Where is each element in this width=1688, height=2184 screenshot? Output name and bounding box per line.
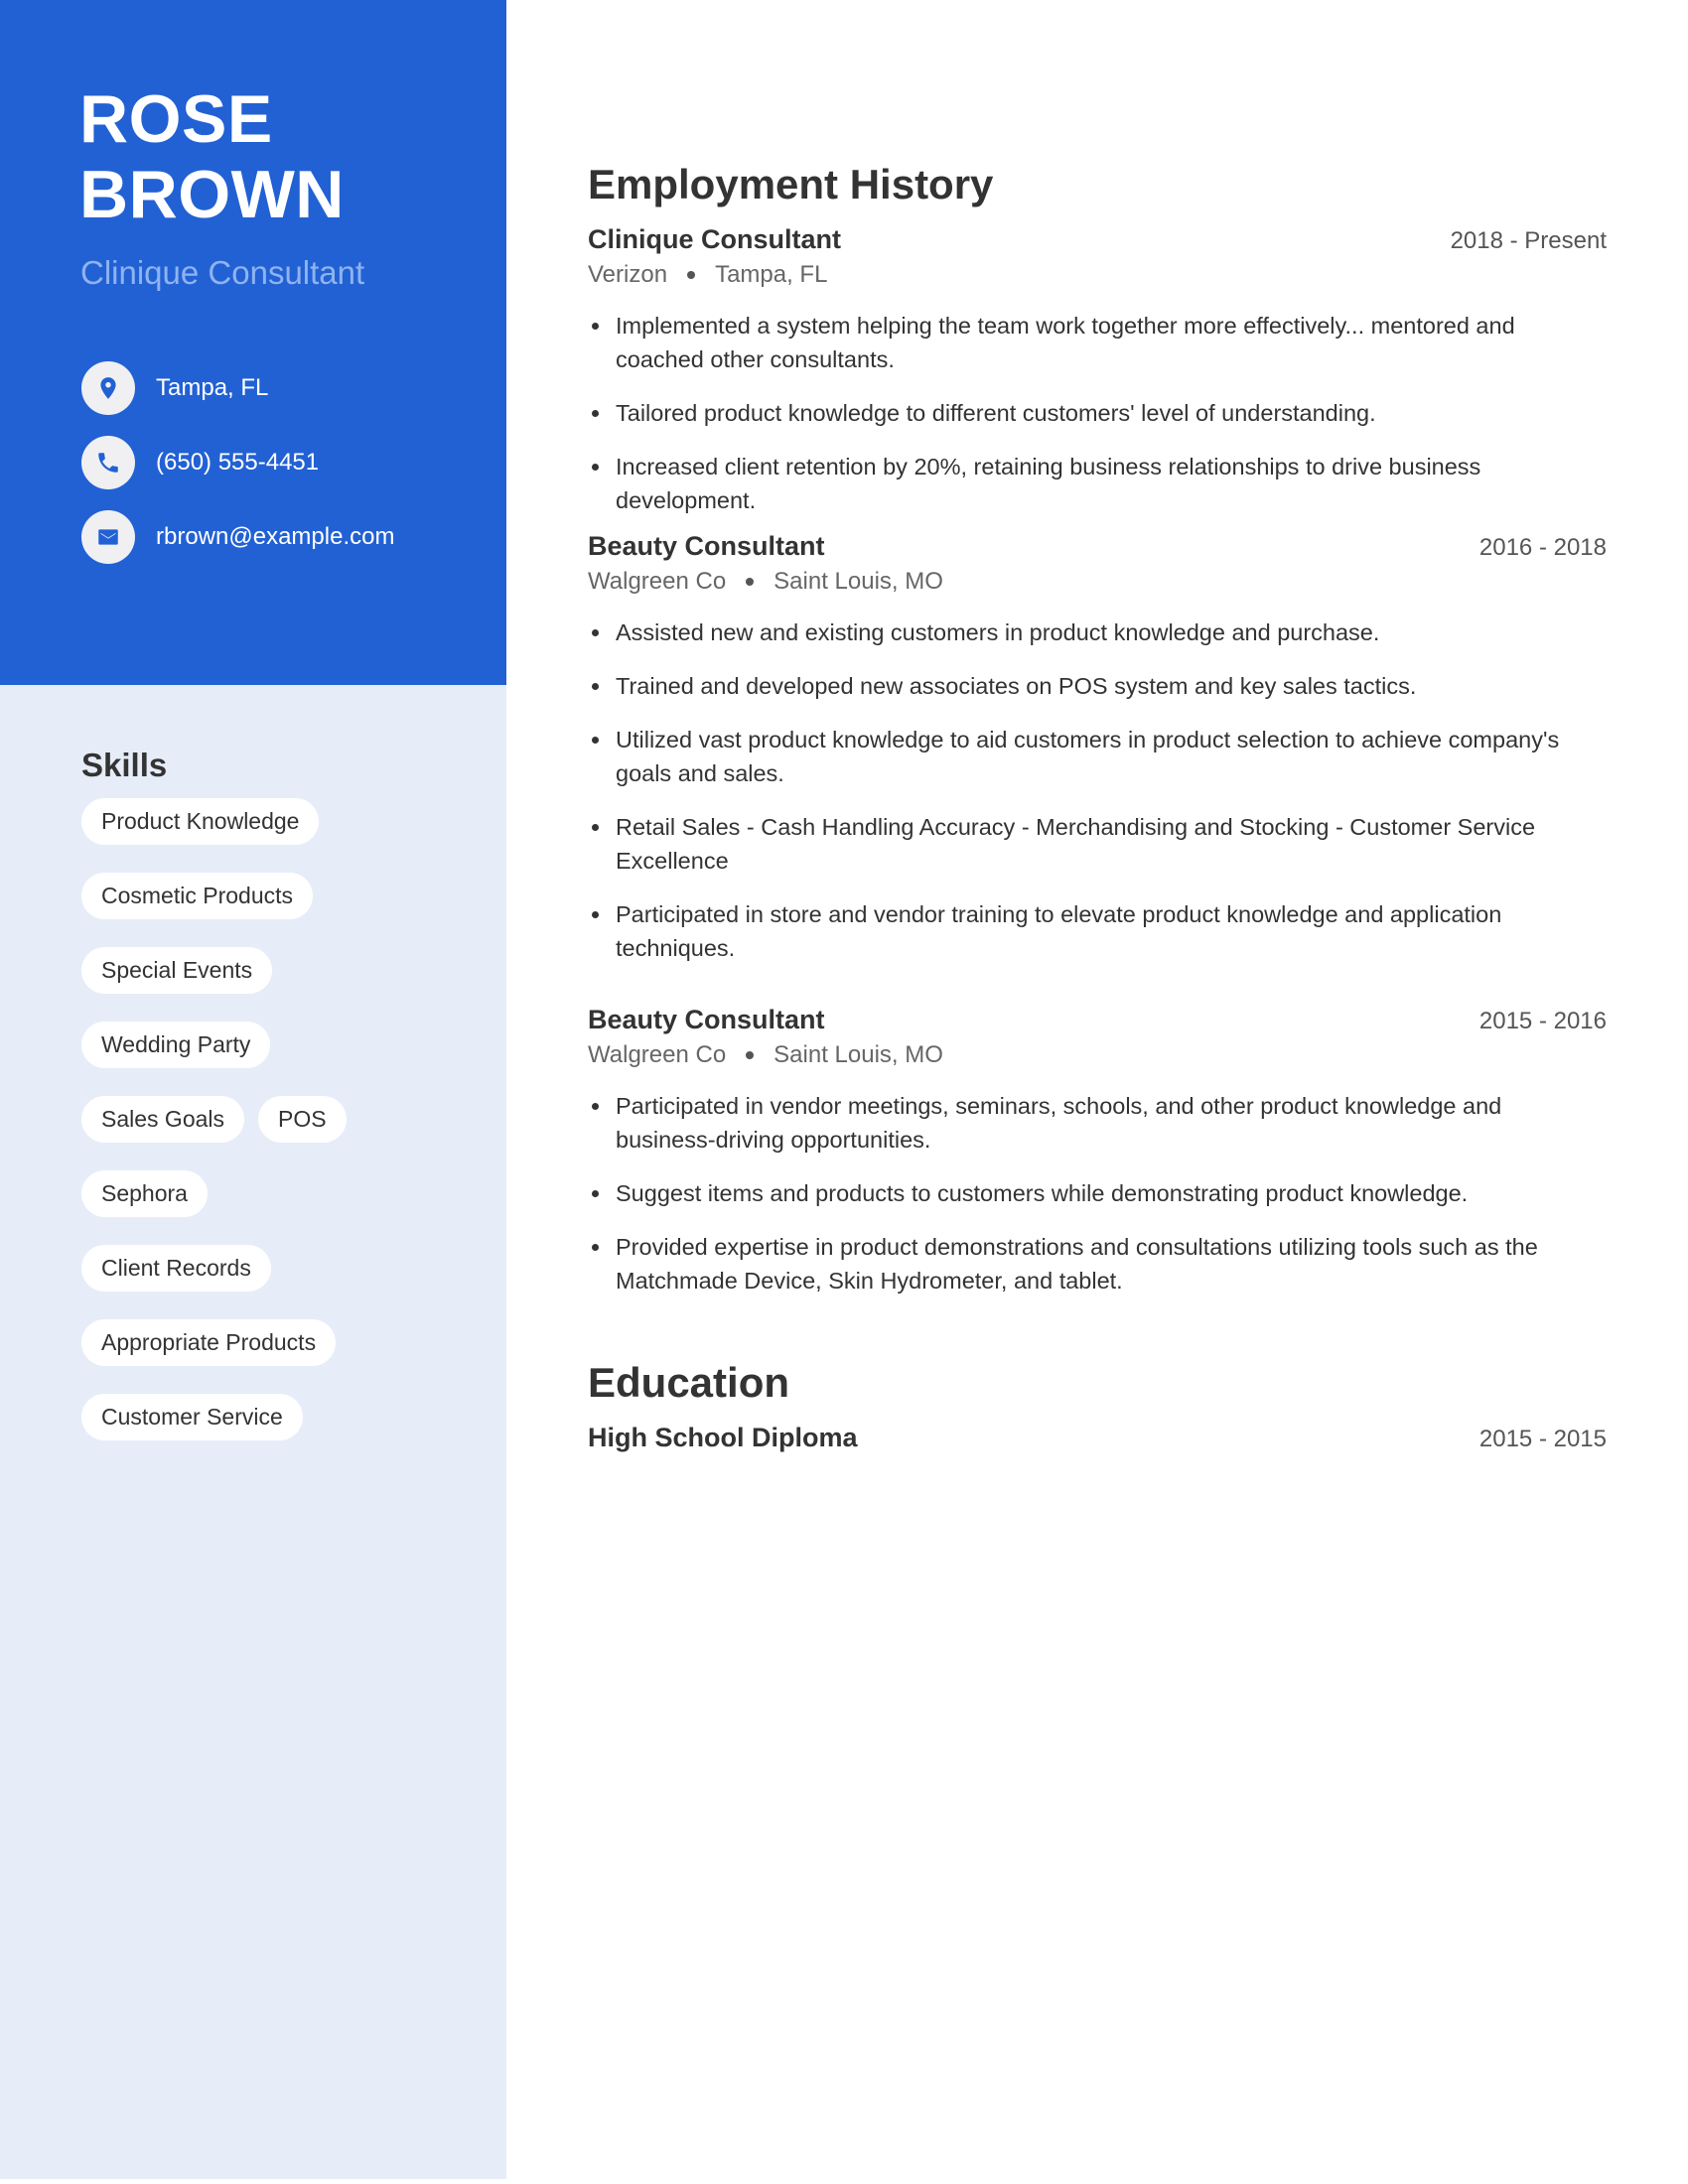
job-bullet: Utilized vast product knowledge to aid c… bbox=[588, 723, 1607, 790]
sidebar: ROSE BROWN Clinique Consultant Tampa, FL… bbox=[0, 0, 506, 2179]
job-bullets: Implemented a system helping the team wo… bbox=[588, 309, 1607, 517]
job-company: Walgreen Co bbox=[588, 568, 727, 595]
job-meta: Walgreen Co Saint Louis, MO bbox=[588, 1041, 1607, 1069]
job-bullet: Trained and developed new associates on … bbox=[588, 669, 1607, 703]
education-dates: 2015 - 2015 bbox=[1478, 1426, 1607, 1452]
job-bullet: Assisted new and existing customers in p… bbox=[588, 615, 1607, 649]
job-meta: Verizon Tampa, FL bbox=[588, 261, 1607, 289]
skill-tag: Cosmetic Products bbox=[81, 873, 314, 919]
main-content: Employment History Clinique Consultant 2… bbox=[588, 159, 1607, 1453]
separator-dot bbox=[746, 578, 755, 586]
email-icon bbox=[81, 510, 135, 564]
first-name: ROSE bbox=[79, 81, 273, 157]
candidate-name: ROSE BROWN bbox=[79, 81, 345, 232]
job-dates: 2018 - Present bbox=[1450, 227, 1607, 254]
candidate-title: Clinique Consultant bbox=[80, 254, 365, 291]
job-location: Saint Louis, MO bbox=[774, 1041, 943, 1068]
job-role: Beauty Consultant bbox=[588, 531, 825, 561]
separator-dot bbox=[746, 1051, 755, 1059]
contact-list: Tampa, FL (650) 555-4451 rbrown@example.… bbox=[81, 361, 394, 585]
contact-location-text: Tampa, FL bbox=[156, 374, 269, 401]
phone-icon bbox=[81, 436, 135, 489]
job-bullet: Retail Sales - Cash Handling Accuracy - … bbox=[588, 810, 1607, 878]
job-dates: 2016 - 2018 bbox=[1478, 534, 1607, 561]
job-entry: Beauty Consultant 2015 - 2016 Walgreen C… bbox=[588, 1005, 1607, 1297]
contact-email-text[interactable]: rbrown@example.com bbox=[156, 523, 394, 551]
job-bullets: Assisted new and existing customers in p… bbox=[588, 615, 1607, 965]
job-bullets: Participated in vendor meetings, seminar… bbox=[588, 1089, 1607, 1297]
job-role: Beauty Consultant bbox=[588, 1005, 825, 1034]
job-meta: Walgreen Co Saint Louis, MO bbox=[588, 568, 1607, 596]
job-company: Walgreen Co bbox=[588, 1041, 727, 1068]
education-heading: Education bbox=[588, 1359, 790, 1406]
contact-phone: (650) 555-4451 bbox=[81, 436, 394, 489]
job-bullet: Increased client retention by 20%, retai… bbox=[588, 450, 1607, 517]
job-entry: Beauty Consultant 2016 - 2018 Walgreen C… bbox=[588, 531, 1607, 965]
skill-tag: POS bbox=[258, 1096, 347, 1143]
skill-tag: Appropriate Products bbox=[81, 1319, 337, 1366]
skills-heading: Skills bbox=[81, 747, 168, 783]
separator-dot bbox=[687, 271, 696, 279]
employment-heading: Employment History bbox=[588, 161, 994, 207]
job-location: Saint Louis, MO bbox=[774, 568, 943, 595]
job-bullet: Participated in vendor meetings, seminar… bbox=[588, 1089, 1607, 1157]
contact-email: rbrown@example.com bbox=[81, 510, 394, 564]
location-pin-icon bbox=[81, 361, 135, 415]
sidebar-header: ROSE BROWN Clinique Consultant Tampa, FL… bbox=[0, 0, 506, 685]
skill-tag: Customer Service bbox=[81, 1394, 303, 1440]
job-company: Verizon bbox=[588, 261, 668, 288]
skill-tag: Sephora bbox=[81, 1170, 208, 1217]
job-bullet: Tailored product knowledge to different … bbox=[588, 396, 1607, 430]
skill-tag: Wedding Party bbox=[81, 1022, 271, 1068]
education-entry: High School Diploma 2015 - 2015 bbox=[588, 1423, 1607, 1453]
job-bullet: Provided expertise in product demonstrat… bbox=[588, 1230, 1607, 1297]
skill-tag: Special Events bbox=[81, 947, 273, 994]
job-bullet: Suggest items and products to customers … bbox=[588, 1176, 1607, 1210]
job-dates: 2015 - 2016 bbox=[1478, 1008, 1607, 1034]
contact-location: Tampa, FL bbox=[81, 361, 394, 415]
skill-tag: Product Knowledge bbox=[81, 798, 320, 845]
education-degree: High School Diploma bbox=[588, 1423, 858, 1452]
contact-phone-text: (650) 555-4451 bbox=[156, 449, 320, 476]
skill-tag: Sales Goals bbox=[81, 1096, 245, 1143]
job-entry: Clinique Consultant 2018 - Present Veriz… bbox=[588, 224, 1607, 517]
skills-section: Skills Product Knowledge Cosmetic Produc… bbox=[81, 747, 479, 1440]
job-bullet: Implemented a system helping the team wo… bbox=[588, 309, 1607, 376]
last-name: BROWN bbox=[79, 157, 345, 232]
skill-list: Product Knowledge Cosmetic Products Spec… bbox=[81, 798, 479, 1440]
skill-tag: Client Records bbox=[81, 1245, 271, 1292]
job-role: Clinique Consultant bbox=[588, 224, 841, 254]
job-location: Tampa, FL bbox=[715, 261, 828, 288]
job-bullet: Participated in store and vendor trainin… bbox=[588, 897, 1607, 965]
